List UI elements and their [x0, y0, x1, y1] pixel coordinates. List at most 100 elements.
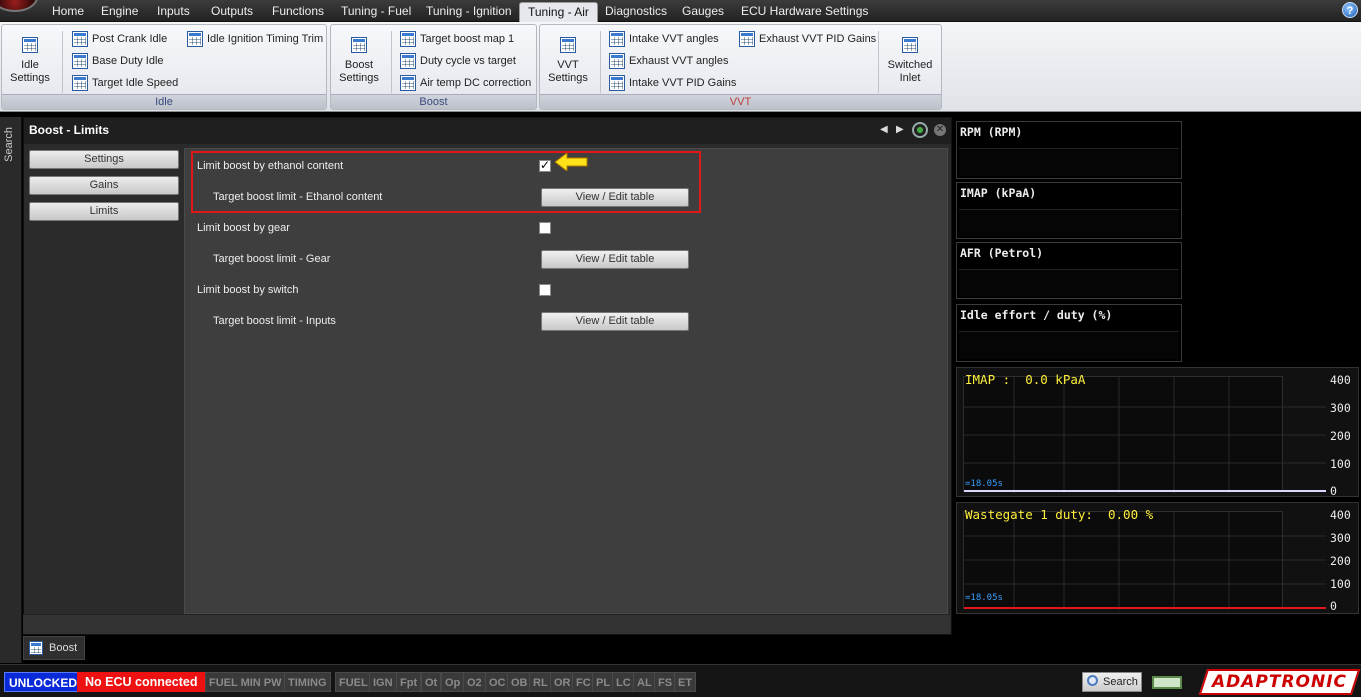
- switched-inlet-button[interactable]: Switched Inlet: [883, 31, 937, 85]
- afr-gauge: AFR (Petrol): [956, 242, 1182, 299]
- boost-tab-label: Boost: [49, 642, 78, 654]
- status-bar: UNLOCKED No ECU connected FUEL MIN PW TI…: [0, 664, 1361, 697]
- graph-grid: [964, 377, 1326, 493]
- base-duty-idle-label: Base Duty Idle: [92, 55, 164, 67]
- vvt-settings-label-2: Settings: [548, 72, 588, 84]
- tab-home[interactable]: Home: [44, 2, 92, 22]
- exhaust-vvt-pid-gains-button[interactable]: Exhaust VVT PID Gains: [739, 30, 876, 48]
- ribbon: Idle Settings Post Crank Idle Base Duty …: [0, 22, 1361, 112]
- boost-limits-panel: Boost - Limits ◀ ▶ ✕ Settings Gains Limi…: [23, 117, 952, 635]
- y-tick: 100: [1330, 577, 1351, 591]
- flag-ob: OB: [507, 672, 532, 692]
- table-icon: [22, 37, 38, 53]
- table-icon: [72, 75, 88, 91]
- nav-settings-button[interactable]: Settings: [29, 150, 179, 169]
- gauge-value-area: [959, 331, 1179, 359]
- tab-engine[interactable]: Engine: [93, 2, 146, 22]
- idle-settings-label-1: Idle: [21, 59, 39, 71]
- nav-limits-button[interactable]: Limits: [29, 202, 179, 221]
- boost-document-tab[interactable]: Boost: [23, 636, 85, 660]
- search-button[interactable]: Search: [1082, 672, 1142, 692]
- graph-time-label: =18.05s: [965, 593, 1003, 603]
- separator: [62, 31, 63, 93]
- intake-vvt-angles-button[interactable]: Intake VVT angles: [609, 30, 719, 48]
- boost-settings-button[interactable]: Boost Settings: [332, 31, 386, 85]
- intake-vvt-pid-gains-button[interactable]: Intake VVT PID Gains: [609, 74, 736, 92]
- y-tick: 300: [1330, 401, 1351, 415]
- flag-ign: IGN: [369, 672, 397, 692]
- flag-o2: O2: [463, 672, 486, 692]
- target-boost-map-button[interactable]: Target boost map 1: [400, 30, 514, 48]
- close-icon[interactable]: ✕: [934, 124, 946, 136]
- tab-tuning-ignition[interactable]: Tuning - Ignition: [418, 2, 520, 22]
- y-tick: 200: [1330, 554, 1351, 568]
- search-button-label: Search: [1103, 676, 1138, 688]
- exhaust-vvt-angles-button[interactable]: Exhaust VVT angles: [609, 52, 728, 70]
- yellow-arrow-icon: [555, 153, 588, 171]
- idle-ignition-timing-trim-button[interactable]: Idle Ignition Timing Trim: [187, 30, 323, 48]
- tab-inputs[interactable]: Inputs: [149, 2, 198, 22]
- flag-timing: TIMING: [284, 672, 331, 692]
- vvt-settings-button[interactable]: VVT Settings: [541, 31, 595, 85]
- limit-switch-checkbox[interactable]: [539, 284, 551, 296]
- imap-gauge: IMAP (kPaA): [956, 182, 1182, 239]
- tab-diagnostics[interactable]: Diagnostics: [597, 2, 675, 22]
- rpm-gauge: RPM (RPM): [956, 121, 1182, 179]
- air-temp-dc-correction-button[interactable]: Air temp DC correction: [400, 74, 531, 92]
- target-boost-map-label: Target boost map 1: [420, 33, 515, 45]
- duty-cycle-vs-target-button[interactable]: Duty cycle vs target: [400, 52, 516, 70]
- air-temp-dc-correction-label: Air temp DC correction: [420, 77, 532, 89]
- limit-switch-label: Limit boost by switch: [197, 284, 299, 296]
- idle-settings-button[interactable]: Idle Settings: [3, 31, 57, 85]
- ribbon-group-vvt: VVT Settings Intake VVT angles Exhaust V…: [539, 24, 942, 110]
- post-crank-idle-button[interactable]: Post Crank Idle: [72, 30, 167, 48]
- edit-gear-table-button[interactable]: View / Edit table: [541, 250, 689, 269]
- wastegate-graph: Wastegate 1 duty: 0.00 % =18.05s 400 300…: [956, 502, 1359, 614]
- gauge-value-area: [959, 148, 1179, 176]
- flag-fpt: Fpt: [396, 672, 422, 692]
- gauge-title: IMAP (kPaA): [960, 186, 1037, 200]
- table-icon: [560, 37, 576, 53]
- previous-icon[interactable]: ◀: [880, 124, 888, 135]
- nav-gains-button[interactable]: Gains: [29, 176, 179, 195]
- tab-tuning-fuel[interactable]: Tuning - Fuel: [333, 2, 419, 22]
- boost-settings-label-1: Boost: [344, 59, 374, 71]
- flag-lc: LC: [612, 672, 635, 692]
- y-tick: 400: [1330, 373, 1351, 387]
- table-icon: [400, 53, 416, 69]
- table-icon: [29, 641, 43, 655]
- graph-plot-area: [963, 511, 1326, 610]
- graph-time-label: =18.05s: [965, 479, 1003, 489]
- next-icon[interactable]: ▶: [896, 124, 904, 135]
- post-crank-idle-label: Post Crank Idle: [92, 33, 168, 45]
- y-tick: 400: [1330, 508, 1351, 522]
- idle-ignition-timing-trim-label: Idle Ignition Timing Trim: [207, 33, 324, 45]
- tab-gauges[interactable]: Gauges: [674, 2, 732, 22]
- tab-functions[interactable]: Functions: [264, 2, 332, 22]
- table-icon: [400, 31, 416, 47]
- search-side-tab[interactable]: Search: [3, 127, 15, 162]
- target-boost-limit-gear-label: Target boost limit - Gear: [213, 253, 331, 265]
- limit-gear-checkbox[interactable]: [539, 222, 551, 234]
- table-icon: [72, 53, 88, 69]
- limit-ethanol-checkbox[interactable]: [539, 158, 551, 172]
- ribbon-group-caption: VVT: [540, 94, 941, 109]
- target-idle-speed-button[interactable]: Target Idle Speed: [72, 74, 178, 92]
- help-icon[interactable]: ?: [1342, 2, 1358, 18]
- graph-grid: [964, 512, 1326, 610]
- flag-op: Op: [441, 672, 465, 692]
- flag-pl: PL: [592, 672, 615, 692]
- base-duty-idle-button[interactable]: Base Duty Idle: [72, 52, 164, 70]
- search-icon: [1087, 675, 1098, 686]
- gauge-icon[interactable]: [912, 122, 928, 138]
- intake-vvt-angles-label: Intake VVT angles: [629, 33, 719, 45]
- limit-gear-label: Limit boost by gear: [197, 222, 290, 234]
- panel-header: Boost - Limits ◀ ▶ ✕: [24, 118, 951, 144]
- app-logo-orb[interactable]: [0, 0, 38, 12]
- edit-ethanol-table-button[interactable]: View / Edit table: [541, 188, 689, 207]
- edit-inputs-table-button[interactable]: View / Edit table: [541, 312, 689, 331]
- tab-tuning-air[interactable]: Tuning - Air: [519, 2, 598, 22]
- tab-ecu-hardware-settings[interactable]: ECU Hardware Settings: [733, 2, 876, 22]
- tab-outputs[interactable]: Outputs: [203, 2, 261, 22]
- limits-content: Limit boost by ethanol content Target bo…: [184, 148, 948, 614]
